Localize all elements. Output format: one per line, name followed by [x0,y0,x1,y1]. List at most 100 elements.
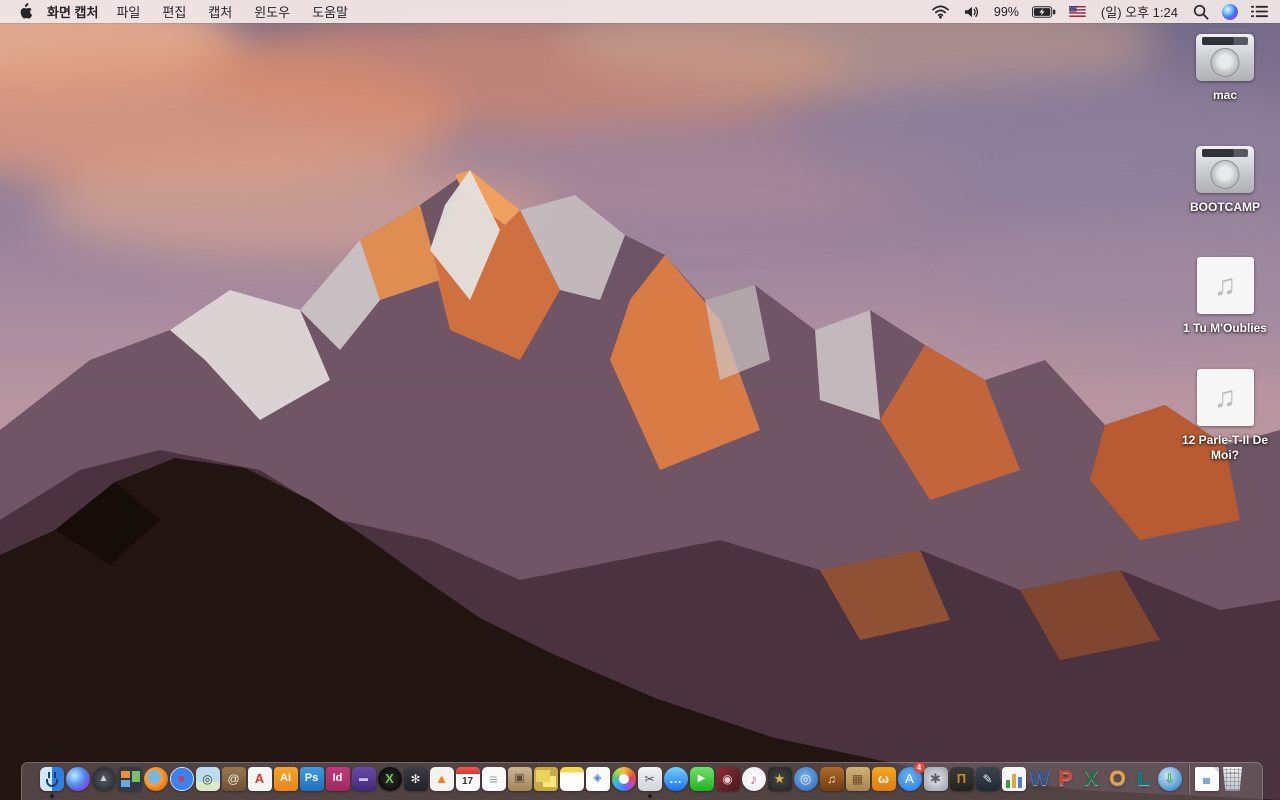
dock-item-firefox[interactable] [143,765,169,792]
spotlight-search-icon[interactable] [1193,4,1209,20]
dock-item-ibooks[interactable]: ω [871,765,897,792]
dock-item-stickies[interactable] [533,765,559,792]
dock-item-keynote[interactable]: Π [949,765,975,792]
dock-item-app-store[interactable]: A4 [897,762,925,792]
dock: ▲ ◆ ◎ @ A Ai Ps Id ▬ X ✻ ▲ 17 ≡ ▣ ◈ ✂… ▶ ◉ ♪ ★ ◎ ♫ ▦ ω A 4 ✱ Π ✎ W P X O L… [21,762,1263,800]
numbers-icon [1001,766,1026,791]
launchpad-icon: ▲ [91,766,116,791]
dock-item-system-preferences[interactable]: ✱ [923,765,949,792]
dock-item-garageband[interactable]: ♫ [819,765,845,792]
dock-item-outlook[interactable]: O [1105,765,1131,792]
battery-percent: 99% [993,4,1019,19]
dock-item-mail-drop-box[interactable]: ▣ [507,765,533,792]
dock-item-disk-utility[interactable]: ✻ [403,765,429,792]
desktop-icon-bootcamp[interactable]: BOOTCAMP [1179,146,1271,215]
apple-menu[interactable] [18,3,33,20]
active-app-name[interactable]: 화면 캡처 [47,2,98,21]
desktop-icon-label: mac [1212,88,1238,102]
dock-item-safari[interactable]: ◆ [169,765,195,792]
running-indicator [49,794,54,798]
desktop-icon-song-1[interactable]: ♫ 1 Tu M'Oublies [1179,257,1271,336]
sierra-mountain-art [0,0,1280,800]
illustrator-icon: Ai [273,766,298,791]
running-indicator [647,794,652,798]
dock-item-acrobat-reader[interactable]: A [247,765,273,792]
dock-item-documents[interactable]: ◈ [585,765,611,792]
desktop-icon-song-12[interactable]: ♫ 12 Parle-T-Il De Moi? [1179,369,1271,463]
dock-item-downloader[interactable]: ⇩ [1157,765,1183,792]
desktop-icon-label: 12 Parle-T-Il De Moi? [1181,433,1269,462]
battery-charging-icon[interactable] [1031,5,1056,18]
dock-item-toast[interactable]: ▬ [351,765,377,792]
menu-item-3[interactable]: 캡처 [208,2,232,21]
dock-item-facetime[interactable]: ▶ [689,765,715,792]
dock-item-preview[interactable]: ◎ [195,765,221,792]
menu-item-1[interactable]: 파일 [116,2,140,21]
dock-item-indesign[interactable]: Id [325,765,351,792]
dock-item-mission-control[interactable] [117,765,143,792]
dock-item-launchpad[interactable]: ▲ [91,765,117,792]
word-icon: W [1029,767,1050,790]
dock-item-xee[interactable]: X [377,765,403,792]
garageband-icon: ♫ [819,766,844,791]
dock-item-photo-booth[interactable]: ◉ [715,765,741,792]
volume-icon[interactable] [963,5,981,19]
acrobat-reader-icon: A [247,766,272,791]
dock-item-photoshop[interactable]: Ps [299,765,325,792]
dock-item-illustrator[interactable]: Ai [273,765,299,792]
dock-item-reminders[interactable]: ≡ [481,765,507,792]
desktop-icon-label: BOOTCAMP [1190,200,1260,214]
dock-item-grab[interactable]: ✂ [637,765,663,798]
dock-item-vlc[interactable]: ▲ [429,765,455,792]
hard-drive-icon [1196,34,1254,81]
us-flag-input-icon[interactable] [1069,6,1086,17]
safari-icon: ◆ [169,766,194,791]
powerpoint-icon: P [1058,767,1073,790]
dock-item-calendar[interactable]: 17 [455,765,481,792]
dock-item-photos[interactable] [611,765,637,792]
menu-bar-clock[interactable]: (일) 오후 1:24 [1101,2,1178,21]
notification-center-icon[interactable] [1251,5,1268,18]
facetime-icon: ▶ [689,766,714,791]
dock-item-messages[interactable]: … [663,765,689,792]
dock-item-notes[interactable] [559,765,585,792]
dock-item-image-document[interactable]: ▄ [1194,765,1220,792]
siri-icon [65,766,90,791]
vlc-icon: ▲ [429,766,454,791]
downloader-icon: ⇩ [1157,766,1182,791]
dock-item-lync[interactable]: L [1131,765,1157,792]
mission-control-icon [117,766,142,791]
dock-item-pages[interactable]: ✎ [975,765,1001,792]
audio-file-icon: ♫ [1196,369,1254,426]
calendar-icon: 17 [455,766,480,791]
dock-item-itunes[interactable]: ♪ [741,765,767,792]
wifi-icon[interactable] [931,4,950,19]
messages-icon: … [663,766,688,791]
system-preferences-icon: ✱ [923,766,948,791]
dock-item-siri[interactable] [65,765,91,792]
dock-item-numbers[interactable] [1001,765,1027,792]
menu-item-4[interactable]: 윈도우 [254,2,290,21]
dock-item-finder[interactable] [39,765,65,798]
clippings-board-icon: ▦ [845,766,870,791]
desktop-icon-mac[interactable]: mac [1179,34,1271,103]
keynote-icon: Π [949,766,974,791]
hard-drive-icon [1196,146,1254,193]
siri-icon[interactable] [1222,3,1238,20]
menu-item-5[interactable]: 도움말 [312,2,348,21]
dock-item-clippings-board[interactable]: ▦ [845,765,871,792]
reminders-icon: ≡ [481,766,506,791]
desktop-icons: mac BOOTCAMP ♫ 1 Tu M'Oublies ♫ 12 Parle-T-Il… [1170,0,1280,800]
dock-item-excel[interactable]: X [1079,765,1105,792]
dock-item-word[interactable]: W [1027,765,1053,792]
ibooks-icon: ω [871,766,896,791]
dock-item-contacts[interactable]: @ [221,765,247,792]
menu-bar: 화면 캡처 파일 편집 캡처 윈도우 도움말 99% (일) 오후 1:24 [0,0,1280,23]
menu-item-2[interactable]: 편집 [162,2,186,21]
dock-item-imovie[interactable]: ★ [767,765,793,792]
dock-item-powerpoint[interactable]: P [1053,765,1079,792]
photoshop-icon: Ps [299,766,324,791]
dock-item-trash[interactable] [1220,765,1246,792]
dock-item-dvd-player[interactable]: ◎ [793,765,819,792]
trash-icon [1222,766,1243,791]
